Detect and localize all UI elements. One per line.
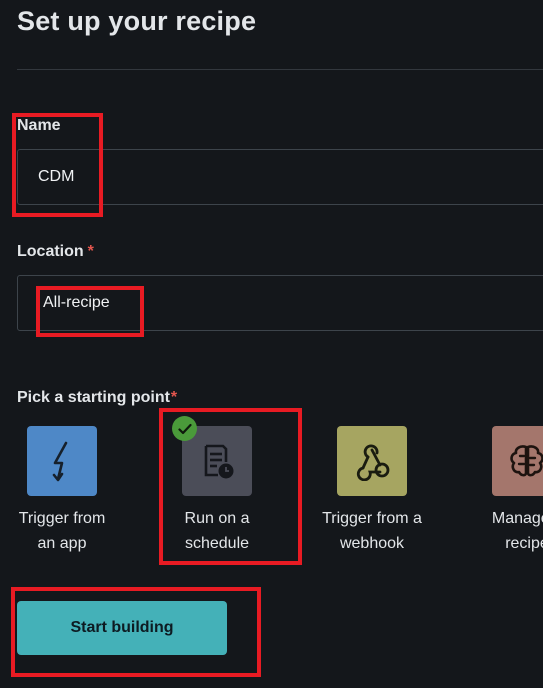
starting-point-label: Pick a starting point* — [17, 389, 177, 407]
option-label: Trigger from a webhook — [297, 506, 447, 556]
option-label: Trigger from an app — [0, 506, 137, 556]
option-trigger-from-webhook[interactable]: Trigger from a webhook — [297, 426, 447, 556]
option-label-line1: Trigger from — [18, 510, 106, 527]
option-label: Manage c recipe — [452, 506, 543, 556]
location-highlight-box — [36, 286, 144, 337]
option-tile-trigger-from-app — [27, 426, 97, 496]
brain-icon — [510, 445, 543, 477]
option-manage-recipe[interactable]: Manage c recipe — [452, 426, 543, 556]
option-trigger-from-app[interactable]: Trigger from an app — [0, 426, 137, 556]
option-label-line1: Manage c — [491, 510, 543, 527]
start-building-highlight-box — [11, 587, 261, 677]
webhook-icon — [356, 444, 390, 481]
location-label-text: Location — [17, 243, 84, 260]
option-label-line2: webhook — [339, 535, 405, 552]
page-title: Set up your recipe — [17, 6, 257, 36]
location-label: Location * — [17, 243, 94, 261]
name-highlight-box — [12, 113, 103, 217]
recipe-setup-page: Set up your recipe Name CDM Location * Al… — [0, 0, 543, 688]
option-tile-manage-recipe — [492, 426, 543, 496]
lightning-icon — [52, 441, 68, 482]
location-required-mark: * — [87, 243, 94, 260]
starting-point-label-text: Pick a starting point — [17, 389, 170, 406]
starting-point-required-mark: * — [170, 389, 178, 406]
option-tile-trigger-from-webhook — [337, 426, 407, 496]
title-divider — [17, 69, 543, 70]
option-label-line2: recipe — [505, 535, 543, 552]
schedule-highlight-box — [159, 408, 302, 565]
option-label-line2: an app — [37, 535, 87, 552]
option-label-line1: Trigger from a — [322, 510, 422, 527]
